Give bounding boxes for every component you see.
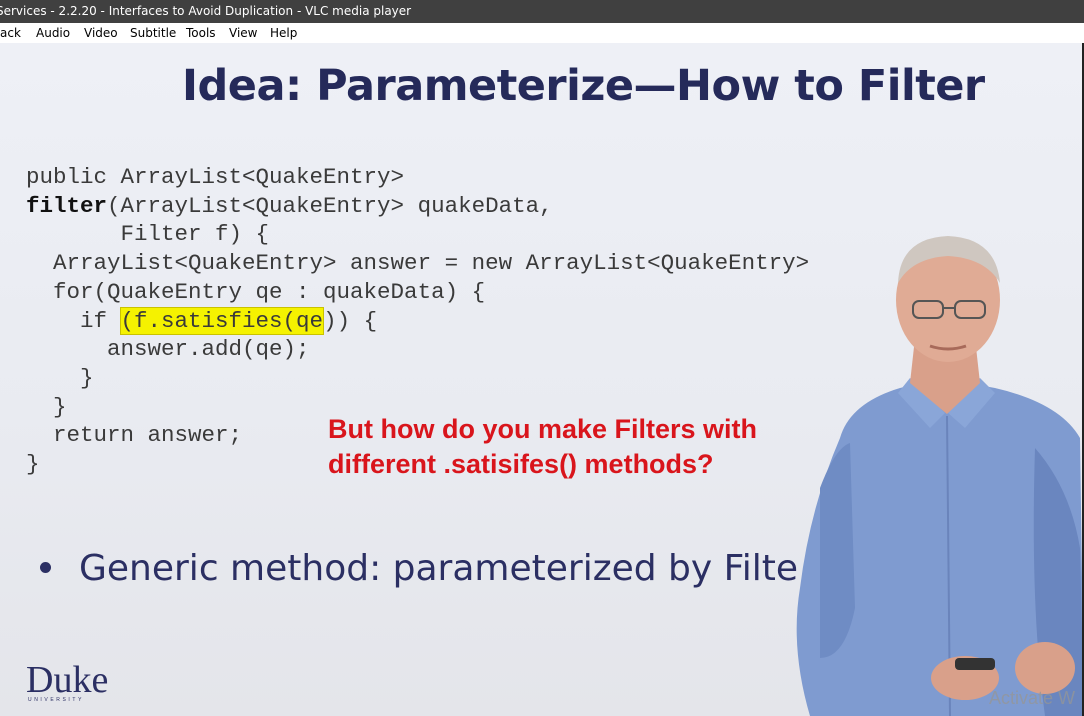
code-line: } <box>26 451 40 478</box>
duke-logo: Duke UNIVERSITY <box>26 661 108 703</box>
menu-video[interactable]: Video <box>84 23 118 43</box>
bullet-icon <box>40 561 51 573</box>
callout-line: different .satisifes() methods? <box>328 449 714 479</box>
menu-tools[interactable]: Tools <box>186 23 216 43</box>
window-titlebar: Services - 2.2.20 - Interfaces to Avoid … <box>0 0 1084 23</box>
code-line: ArrayList<QuakeEntry> answer = new Array… <box>26 250 810 277</box>
code-highlight: (f.satisfies(qe <box>119 306 325 335</box>
callout-line: But how do you make Filters with <box>328 414 758 444</box>
code-line: )) { <box>323 307 378 334</box>
menu-audio[interactable]: Audio <box>36 23 70 43</box>
menu-playback[interactable]: ack <box>0 23 21 43</box>
code-line: public ArrayList<QuakeEntry> <box>26 164 405 190</box>
code-line: Filter f) { <box>26 221 270 248</box>
logo-name: Duke <box>26 659 109 701</box>
code-line: } <box>26 364 94 391</box>
menu-help[interactable]: Help <box>270 23 297 43</box>
code-line: for(QuakeEntry qe : quakeData) { <box>26 278 486 305</box>
presenter-figure <box>796 236 1084 716</box>
activation-watermark: Activate W <box>989 688 1076 708</box>
code-line: if <box>26 307 121 334</box>
bullet-point: Generic method: parameterized by Filte <box>40 548 798 589</box>
window-title: Services - 2.2.20 - Interfaces to Avoid … <box>0 4 412 18</box>
code-line: return answer; <box>26 422 243 449</box>
slide-title: Idea: Parameterize—How to Filter <box>182 61 985 111</box>
code-line: } <box>26 393 67 420</box>
code-keyword: filter <box>26 192 108 219</box>
callout-question: But how do you make Filters with differe… <box>328 412 757 482</box>
bullet-text: Generic method: parameterized by Filte <box>79 548 798 589</box>
menu-subtitle[interactable]: Subtitle <box>130 23 176 43</box>
video-area[interactable]: Idea: Parameterize—How to Filter public … <box>0 43 1084 716</box>
code-line: (ArrayList<QuakeEntry> quakeData, <box>107 192 553 219</box>
menu-bar: ack Audio Video Subtitle Tools View Help <box>0 23 1084 43</box>
code-line: answer.add(qe); <box>26 336 310 363</box>
menu-view[interactable]: View <box>229 23 257 43</box>
